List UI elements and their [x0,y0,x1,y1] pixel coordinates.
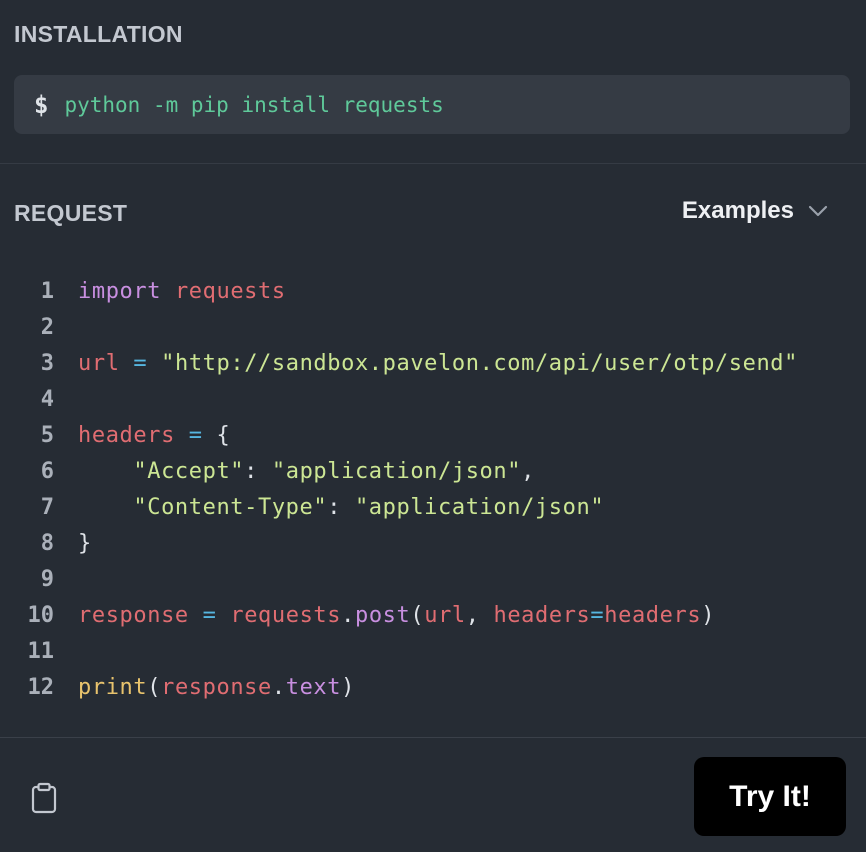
code-token: "http://sandbox.pavelon.com/api/user/otp… [161,351,798,376]
code-token: url [78,351,120,376]
line-number: 1 [40,279,54,304]
line-number: 9 [40,567,54,592]
code-line: 6 "Accept": "application/json", [0,454,866,490]
code-token: , [465,603,480,628]
code-token: : [327,495,342,520]
code-line: 11 [0,634,866,670]
code-token: post [354,603,411,628]
code-token: "Accept" [133,459,245,484]
code-token: print [78,675,148,700]
code-token: } [78,531,92,556]
chevron-down-icon [808,201,828,221]
section-divider [0,163,866,164]
code-token: headers [78,423,175,448]
install-command-box[interactable]: $ python -m pip install requests [14,75,850,134]
code-token: text [285,675,342,700]
request-label: REQUEST [14,200,128,226]
shell-prompt: $ [34,90,49,119]
line-number: 2 [40,315,54,340]
code-line: 10 response = requests.post(url, headers… [0,598,866,634]
try-it-button[interactable]: Try It! [694,757,846,836]
code-token: "application/json" [354,495,605,520]
code-line: 5 headers = { [0,418,866,454]
line-number: 10 [27,603,55,628]
code-token: = [133,351,148,376]
code-token: url [424,603,466,628]
install-command: python -m pip install requests [64,92,444,117]
line-number: 11 [27,639,55,664]
code-token: requests [230,603,342,628]
line-number: 6 [40,459,54,484]
code-token: headers [493,603,591,628]
clipboard-icon[interactable] [30,782,58,814]
code-token: ) [341,675,355,700]
installation-label: INSTALLATION [14,21,183,47]
code-token: "application/json" [271,459,522,484]
line-number: 5 [40,423,54,448]
code-token: ( [410,603,425,628]
code-line: 12 print(response.text) [0,670,866,706]
code-line: 9 [0,562,866,598]
code-token: . [271,675,286,700]
code-block: 1 import requests 2 3 url = "http://sand… [0,274,866,706]
code-line: 1 import requests [0,274,866,310]
code-line: 3 url = "http://sandbox.pavelon.com/api/… [0,346,866,382]
code-token: "Content-Type" [133,495,328,520]
code-token: headers [604,603,702,628]
code-token: { [216,423,231,448]
code-token: = [202,603,217,628]
code-token: = [590,603,605,628]
code-token: ( [147,675,162,700]
code-line: 8 } [0,526,866,562]
code-token: , [521,459,535,484]
code-token: = [188,423,203,448]
code-line: 7 "Content-Type": "application/json" [0,490,866,526]
line-number: 8 [40,531,54,556]
code-token: import [78,279,162,304]
code-token: . [341,603,355,628]
examples-label: Examples [681,197,794,224]
line-number: 3 [40,351,54,376]
code-token: ) [701,603,716,628]
line-number: 12 [27,675,55,700]
footer-divider [0,737,866,738]
code-line: 4 [0,382,866,418]
line-number: 7 [40,495,54,520]
code-token: requests [174,279,286,304]
code-token: : [244,459,259,484]
examples-dropdown[interactable]: Examples [682,197,828,225]
code-token: response [78,603,189,628]
code-token: response [161,675,272,700]
line-number: 4 [40,387,54,412]
code-line: 2 [0,310,866,346]
